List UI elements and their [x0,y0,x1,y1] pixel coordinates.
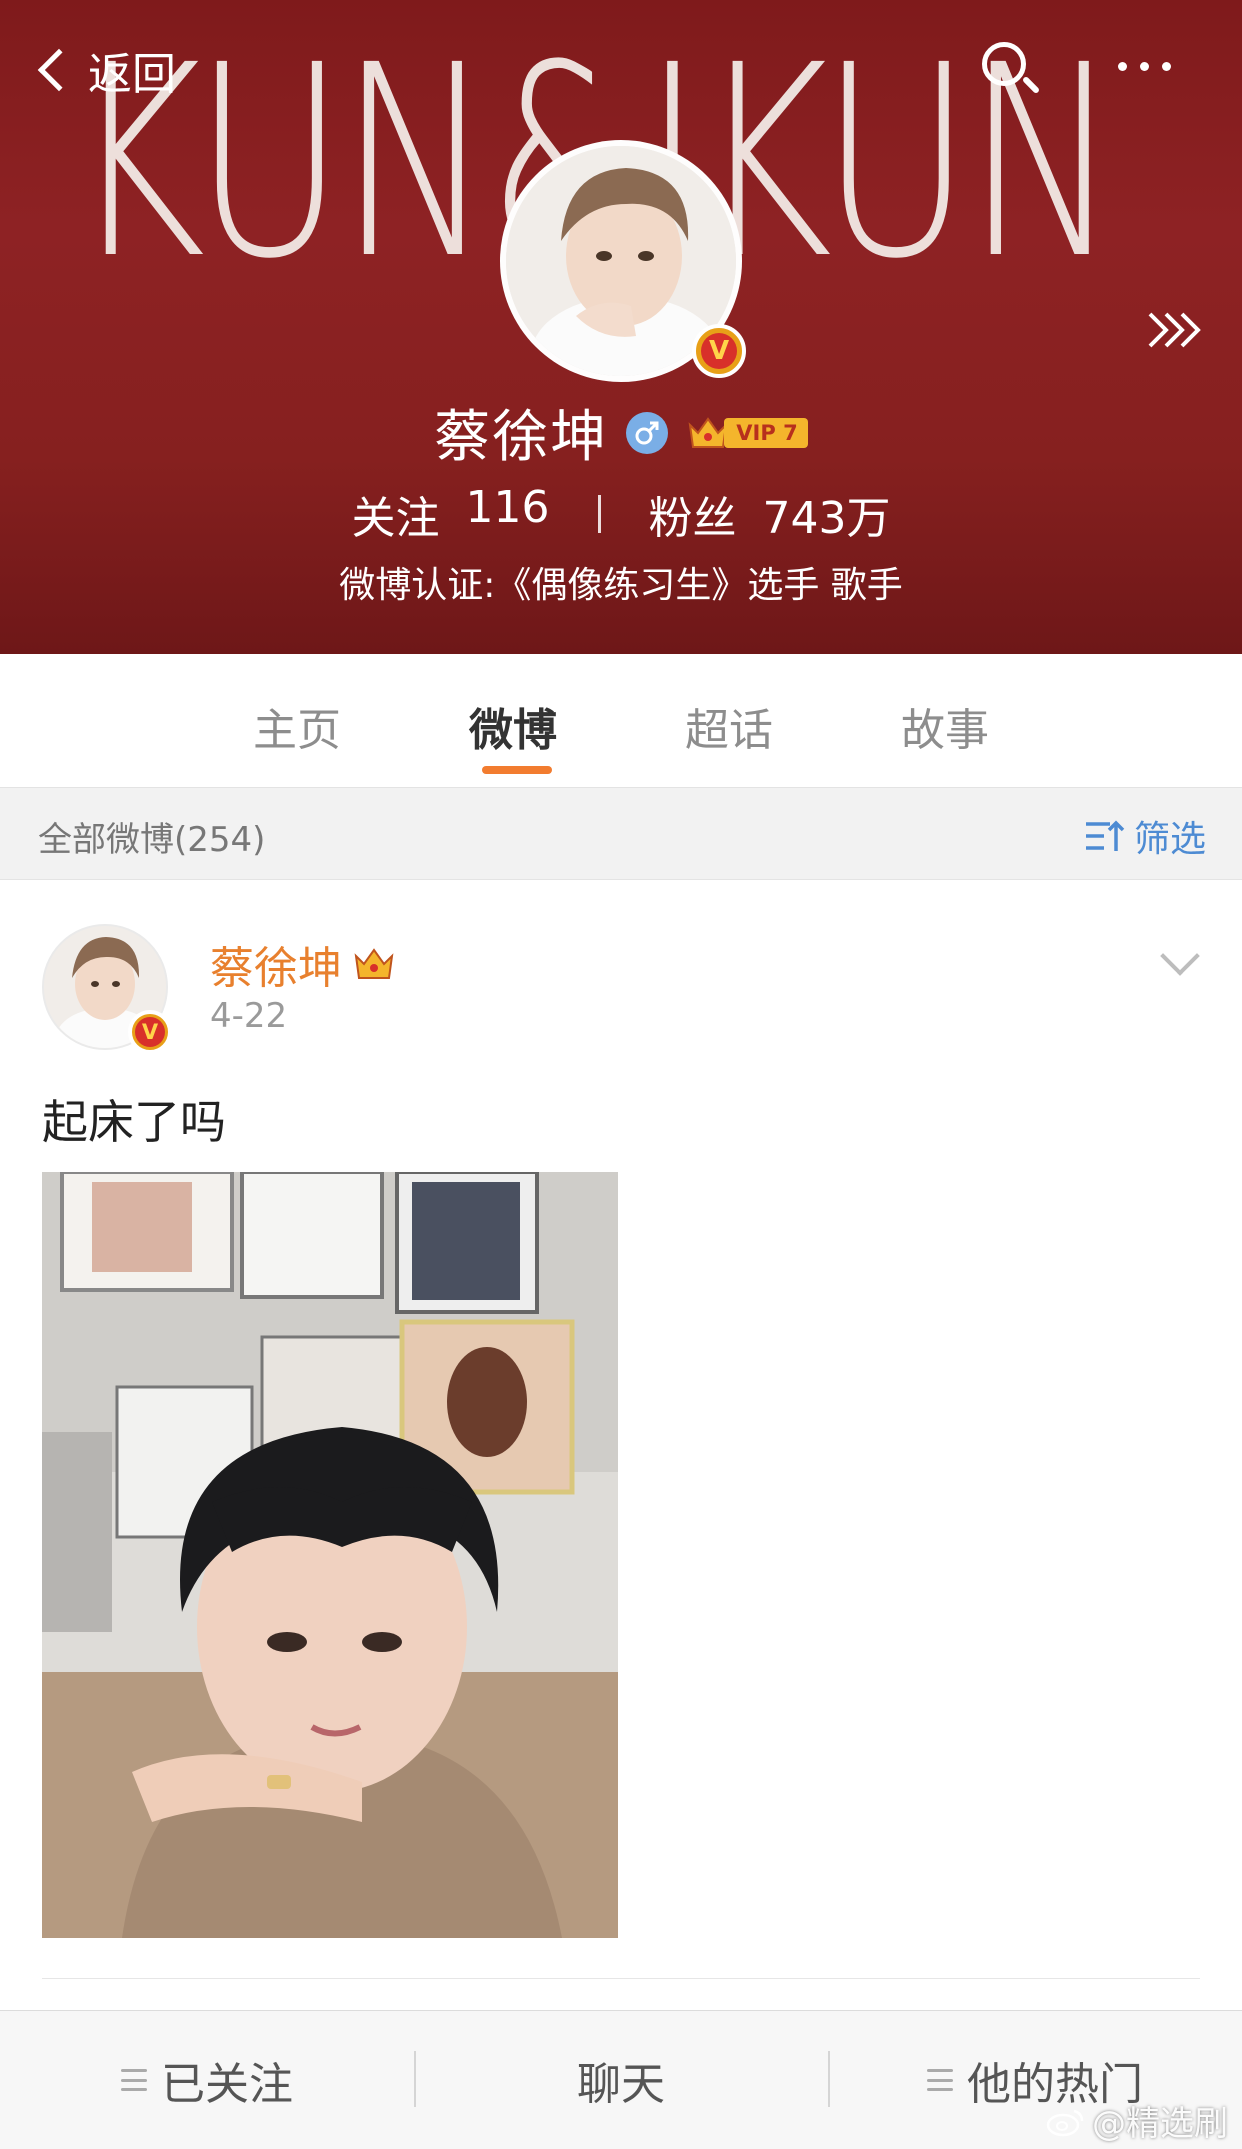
active-tab-indicator [482,766,552,774]
post-count-label: 全部微博(254) [38,820,266,860]
menu-lines-icon [927,2069,953,2091]
forward-arrows-icon[interactable] [1146,308,1204,352]
filter-label: 筛选 [1134,819,1207,860]
tab-story[interactable]: 故事 [837,654,1053,787]
tab-weibo[interactable]: 微博 [405,654,621,787]
profile-name: 蔡徐坤 [434,405,609,470]
stats-divider [597,495,601,533]
back-label: 返回 [88,49,176,100]
chevron-down-icon[interactable] [1160,936,1200,976]
vip-level: VIP 7 [724,417,808,448]
profile-name-row: 蔡徐坤 VIP 7 [0,392,1242,473]
verified-badge: V [692,324,746,378]
verification-text: 微博认证:《偶像练习生》选手 歌手 [339,565,903,606]
filter-bar: 全部微博(254) 筛选 [0,788,1242,880]
search-button[interactable] [978,38,1041,100]
following-stat[interactable]: 关注 116 [352,482,550,546]
filter-icon [1086,820,1125,851]
post-verified-badge: V [128,1010,172,1054]
profile-tabs: 主页 微博 超话 故事 [0,654,1242,788]
chat-button[interactable]: 聊天 [414,2011,828,2149]
weibo-logo-icon [1046,2109,1084,2136]
male-icon [626,411,669,454]
post-date: 4-22 [210,996,288,1036]
fans-stat[interactable]: 粉丝 743万 [649,482,891,546]
post-separator [42,1978,1200,1979]
more-button[interactable] [1118,62,1171,71]
tab-super-topic[interactable]: 超话 [621,654,837,787]
watermark: @精选刷 [1046,2096,1228,2145]
stats-row: 关注 116 粉丝 743万 [0,482,1242,546]
search-icon [982,42,1026,86]
post-text[interactable]: 起床了吗 [42,1086,226,1152]
filter-button[interactable]: 筛选 [1082,810,1206,862]
post-author-row: 蔡徐坤 [210,932,396,996]
weibo-post: V 蔡徐坤 4-22 起床了吗 [0,880,1242,2010]
followed-button[interactable]: 已关注 [0,2011,414,2149]
back-chevron-icon [37,48,81,92]
back-button[interactable]: 返回 [30,38,176,102]
tab-home[interactable]: 主页 [189,654,405,787]
post-image [42,1172,618,1938]
vip-badge[interactable]: VIP 7 [686,413,808,453]
profile-header: KUN&IKUN 返回 V 蔡徐坤 [0,0,1242,654]
more-icon [1118,62,1127,71]
crown-icon [354,948,394,979]
menu-lines-icon [121,2069,147,2091]
post-author-name[interactable]: 蔡徐坤 [210,932,342,996]
post-photo[interactable] [42,1172,618,1938]
